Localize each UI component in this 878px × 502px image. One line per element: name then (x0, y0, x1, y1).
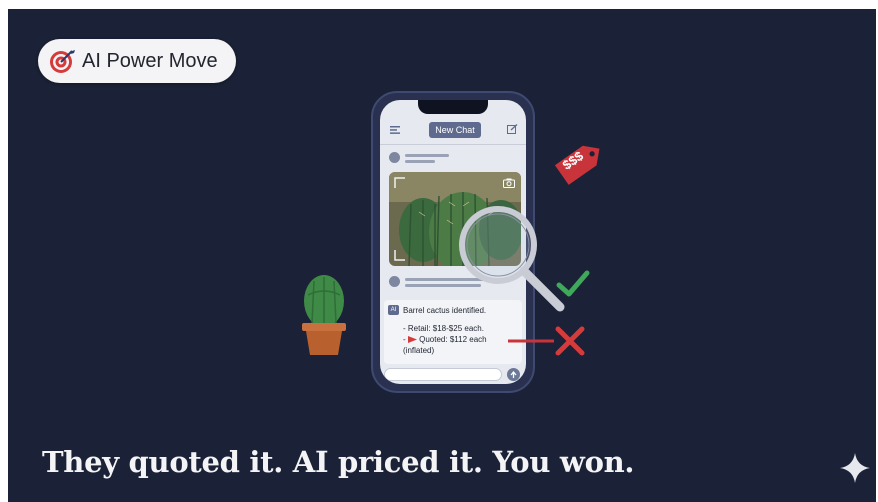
checkmark-icon (556, 270, 590, 297)
price-tag-icon: $$$ (548, 135, 610, 196)
user-avatar (389, 152, 400, 163)
inflated-text: (inflated) (403, 346, 435, 355)
arrow-up-icon (510, 370, 517, 378)
cross-icon (555, 326, 585, 356)
magnifying-glass-icon (459, 206, 565, 312)
inflated-price-pointer (508, 339, 554, 343)
hero-canvas: AI Power Move New Chat AI Barrel cactus … (8, 9, 876, 502)
chat-input[interactable] (384, 368, 502, 381)
ai-avatar (389, 276, 400, 287)
quoted-price-row: - Quoted: $112 each (403, 335, 487, 344)
user-message-line (405, 160, 435, 163)
retail-price-text: - Retail: $18-$25 each. (403, 324, 484, 333)
headline: They quoted it. AI priced it. You won. (42, 445, 635, 479)
topbar-divider (380, 144, 526, 145)
cactus-pot-illustration (302, 275, 346, 355)
new-chat-button[interactable]: New Chat (429, 122, 481, 138)
phone-notch (418, 100, 488, 114)
target-dart-icon (50, 50, 75, 73)
ai-tag: AI (388, 305, 399, 315)
hamburger-menu-icon[interactable] (390, 126, 400, 134)
brand-badge: AI Power Move (38, 39, 236, 83)
send-button[interactable] (507, 368, 520, 381)
camera-icon[interactable] (503, 178, 515, 188)
compose-icon[interactable] (507, 124, 518, 135)
user-message-line (405, 154, 449, 157)
chat-topbar: New Chat (380, 120, 526, 142)
red-flag-icon (407, 336, 417, 344)
sparkle-icon (840, 453, 870, 483)
brand-badge-label: AI Power Move (82, 49, 218, 72)
quoted-price-text: Quoted: $112 each (419, 335, 487, 344)
